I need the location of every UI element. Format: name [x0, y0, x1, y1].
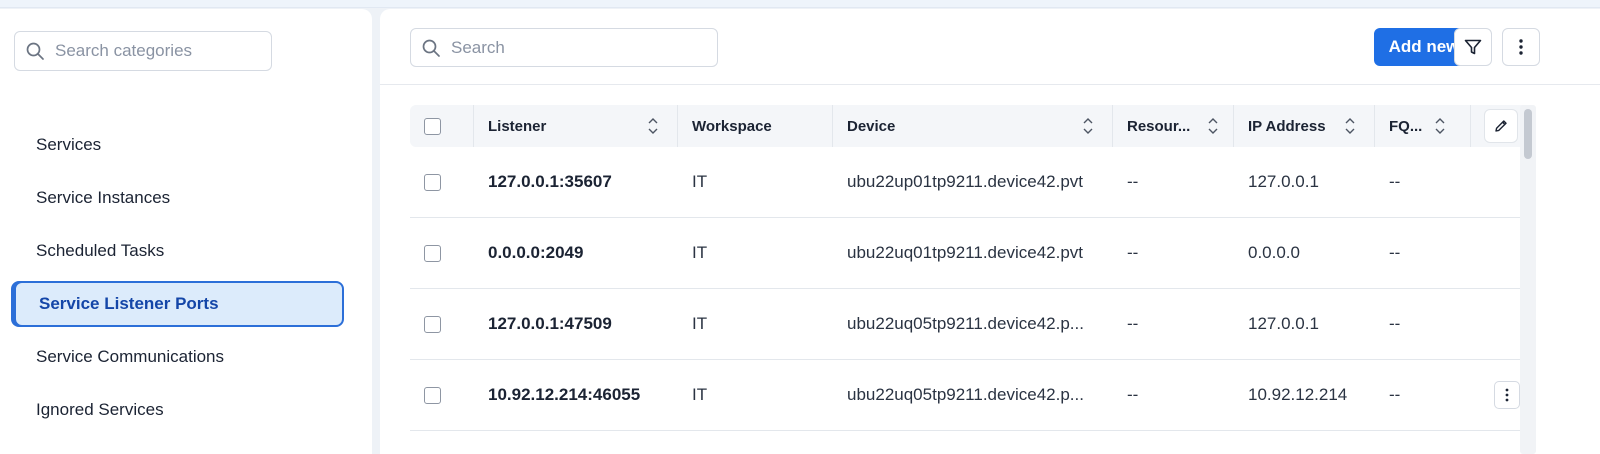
- sort-icon[interactable]: [1434, 116, 1446, 136]
- column-header-fqdn[interactable]: FQ...: [1375, 105, 1471, 147]
- sidebar-item-service-communications[interactable]: Service Communications: [14, 334, 344, 380]
- sidebar-item-label: Service Listener Ports: [39, 294, 219, 313]
- sidebar-item-label: Ignored Services: [36, 400, 164, 419]
- select-all-checkbox[interactable]: [424, 117, 441, 135]
- row-checkbox[interactable]: [424, 315, 441, 333]
- category-search-box[interactable]: [14, 31, 272, 71]
- resource-cell: --: [1127, 314, 1139, 333]
- column-header-listener[interactable]: Listener: [474, 105, 678, 147]
- sidebar-item-label: Scheduled Tasks: [36, 241, 165, 260]
- fqdn-cell: --: [1389, 314, 1401, 333]
- listener-cell[interactable]: 127.0.0.1:35607: [474, 172, 678, 192]
- ip-address-cell: 10.92.12.214: [1248, 385, 1348, 404]
- table-row[interactable]: 127.0.0.1:35607 IT ubu22up01tp9211.devic…: [410, 147, 1531, 218]
- fqdn-cell: --: [1389, 243, 1401, 262]
- listener-ports-table: Listener Workspace Device Resour... IP A…: [410, 105, 1531, 431]
- ip-address-cell: 127.0.0.1: [1248, 314, 1319, 333]
- table-row[interactable]: 0.0.0.0:2049 IT ubu22uq01tp9211.device42…: [410, 218, 1531, 289]
- scrollbar-thumb[interactable]: [1524, 109, 1532, 159]
- device-cell: ubu22up01tp9211.device42.pvt: [847, 172, 1083, 191]
- column-label: FQ...: [1389, 117, 1423, 135]
- table-header: Listener Workspace Device Resour... IP A…: [410, 105, 1531, 147]
- workspace-cell: IT: [692, 314, 708, 333]
- resource-cell: --: [1127, 385, 1139, 404]
- row-checkbox[interactable]: [424, 173, 441, 191]
- table-scrollbar[interactable]: [1520, 105, 1536, 454]
- device-cell: ubu22uq05tp9211.device42.p...: [847, 385, 1084, 404]
- workspace-cell: IT: [692, 385, 708, 404]
- search-icon: [422, 39, 440, 57]
- sidebar-item-services[interactable]: Services: [14, 122, 344, 168]
- row-checkbox[interactable]: [424, 386, 441, 404]
- listener-cell[interactable]: 0.0.0.0:2049: [474, 243, 678, 263]
- sidebar-item-scheduled-tasks[interactable]: Scheduled Tasks: [14, 228, 344, 274]
- column-label: Workspace: [692, 117, 772, 135]
- listener-cell[interactable]: 127.0.0.1:47509: [474, 314, 678, 334]
- filter-button[interactable]: [1454, 28, 1492, 66]
- more-options-button[interactable]: [1502, 28, 1540, 66]
- sort-icon[interactable]: [1082, 116, 1094, 136]
- sort-icon[interactable]: [1207, 116, 1219, 136]
- table-row[interactable]: 10.92.12.214:46055 IT ubu22uq05tp9211.de…: [410, 360, 1531, 431]
- edit-columns-button[interactable]: [1484, 109, 1518, 143]
- workspace-cell: IT: [692, 172, 708, 191]
- pencil-icon: [1495, 120, 1507, 132]
- sidebar-item-service-listener-ports[interactable]: Service Listener Ports: [14, 281, 344, 327]
- toolbar: Add new: [380, 9, 1600, 85]
- fqdn-cell: --: [1389, 385, 1401, 404]
- header-select-cell: [410, 105, 474, 147]
- table-row[interactable]: 127.0.0.1:47509 IT ubu22uq05tp9211.devic…: [410, 289, 1531, 360]
- sort-icon[interactable]: [647, 116, 659, 136]
- device-cell: ubu22uq01tp9211.device42.pvt: [847, 243, 1083, 262]
- sidebar-item-label: Services: [36, 135, 102, 154]
- search-icon: [26, 42, 44, 60]
- listener-cell[interactable]: 10.92.12.214:46055: [474, 385, 678, 405]
- main-search-box[interactable]: [410, 28, 718, 67]
- top-strip: [0, 0, 1600, 8]
- column-label: IP Address: [1248, 117, 1326, 135]
- fqdn-cell: --: [1389, 172, 1401, 191]
- sort-icon[interactable]: [1344, 116, 1356, 136]
- main-panel: Add new Listener Workspace Device: [380, 9, 1600, 454]
- main-search-input[interactable]: [451, 37, 717, 58]
- column-header-device[interactable]: Device: [833, 105, 1113, 147]
- column-label: Resour...: [1127, 117, 1191, 135]
- column-header-workspace[interactable]: Workspace: [678, 105, 833, 147]
- column-header-ip-address[interactable]: IP Address: [1234, 105, 1375, 147]
- category-nav: Services Service Instances Scheduled Tas…: [14, 122, 344, 440]
- ip-address-cell: 0.0.0.0: [1248, 243, 1300, 262]
- workspace-cell: IT: [692, 243, 708, 262]
- kebab-icon: [1519, 39, 1523, 55]
- column-label: Device: [847, 117, 896, 135]
- sidebar-item-service-instances[interactable]: Service Instances: [14, 175, 344, 221]
- column-header-resource[interactable]: Resour...: [1113, 105, 1234, 147]
- sidebar-item-label: Service Instances: [36, 188, 171, 207]
- resource-cell: --: [1127, 172, 1139, 191]
- resource-cell: --: [1127, 243, 1139, 262]
- sidebar-item-label: Service Communications: [36, 347, 225, 366]
- kebab-icon: [1505, 388, 1509, 402]
- sidebar: Services Service Instances Scheduled Tas…: [0, 9, 372, 454]
- row-checkbox[interactable]: [424, 244, 441, 262]
- row-actions-button[interactable]: [1494, 381, 1520, 409]
- device-cell: ubu22uq05tp9211.device42.p...: [847, 314, 1084, 333]
- ip-address-cell: 127.0.0.1: [1248, 172, 1319, 191]
- category-search-input[interactable]: [55, 41, 271, 61]
- sidebar-item-ignored-services[interactable]: Ignored Services: [14, 387, 344, 433]
- filter-icon: [1464, 39, 1482, 55]
- column-label: Listener: [488, 117, 547, 135]
